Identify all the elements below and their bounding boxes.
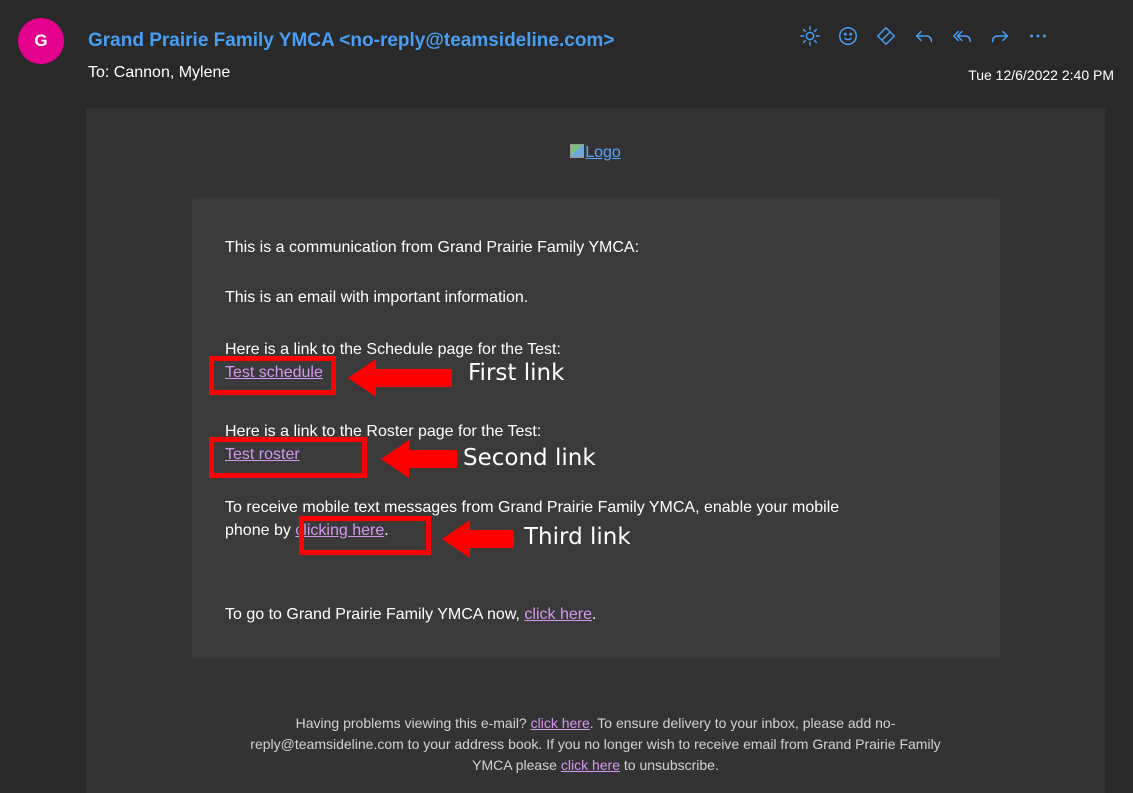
sender-name[interactable]: Grand Prairie Family YMCA <no-reply@team… xyxy=(88,30,614,52)
sticker-icon[interactable] xyxy=(869,20,903,52)
logo-alt-text: Logo xyxy=(585,144,621,161)
logo-link[interactable]: Logo xyxy=(86,144,1105,162)
recipient-line: To: Cannon, Mylene xyxy=(88,64,231,81)
second-arrow-icon xyxy=(381,440,457,478)
footer-line-2: reply@teamsideline.com to your address b… xyxy=(250,736,941,752)
first-link-callout: First link xyxy=(468,360,565,386)
message-date: Tue 12/6/2022 2:40 PM xyxy=(968,67,1114,83)
footer-text-d: to unsubscribe. xyxy=(620,757,719,773)
third-arrow-icon xyxy=(442,520,514,558)
intro-text: This is a communication from Grand Prair… xyxy=(225,239,640,256)
forward-icon[interactable] xyxy=(983,20,1017,52)
footer-view-link[interactable]: click here xyxy=(531,715,590,731)
important-text: This is an email with important informat… xyxy=(225,289,529,306)
first-link-highlight xyxy=(209,356,336,395)
third-link-callout: Third link xyxy=(524,524,631,550)
footer-line-3: YMCA please click here to unsubscribe. xyxy=(86,755,1105,776)
sender-avatar[interactable]: G xyxy=(18,18,64,64)
reply-icon[interactable] xyxy=(907,20,941,52)
footer-text-c: YMCA please xyxy=(472,757,561,773)
emoji-icon[interactable] xyxy=(831,20,865,52)
email-content-box: This is a communication from Grand Prair… xyxy=(192,198,1000,659)
goto-text-end: . xyxy=(591,606,597,623)
goto-text: To go to Grand Prairie Family YMCA now, xyxy=(225,606,525,623)
more-icon[interactable] xyxy=(1021,20,1055,52)
footer-line-1: Having problems viewing this e-mail? cli… xyxy=(86,713,1105,734)
message-actions-toolbar xyxy=(793,20,1059,52)
footer-unsubscribe-link[interactable]: click here xyxy=(561,757,620,773)
goto-paragraph: To go to Grand Prairie Family YMCA now, … xyxy=(225,603,596,626)
reply-all-icon[interactable] xyxy=(945,20,979,52)
sun-icon[interactable] xyxy=(793,20,827,52)
footer-text-a: Having problems viewing this e-mail? xyxy=(295,715,531,731)
email-footer: Having problems viewing this e-mail? cli… xyxy=(86,713,1105,776)
mobile-text: To receive mobile text messages from Gra… xyxy=(225,499,840,516)
goto-link[interactable]: click here xyxy=(524,606,592,623)
third-link-highlight xyxy=(299,516,431,555)
broken-image-icon xyxy=(570,144,585,158)
second-link-highlight xyxy=(209,437,367,478)
message-header: G Grand Prairie Family YMCA <no-reply@te… xyxy=(0,0,1133,100)
first-arrow-icon xyxy=(348,359,452,397)
mobile-text-lead: phone by xyxy=(225,522,296,539)
second-link-callout: Second link xyxy=(463,445,596,471)
footer-text-b: . To ensure delivery to your inbox, plea… xyxy=(589,715,896,731)
